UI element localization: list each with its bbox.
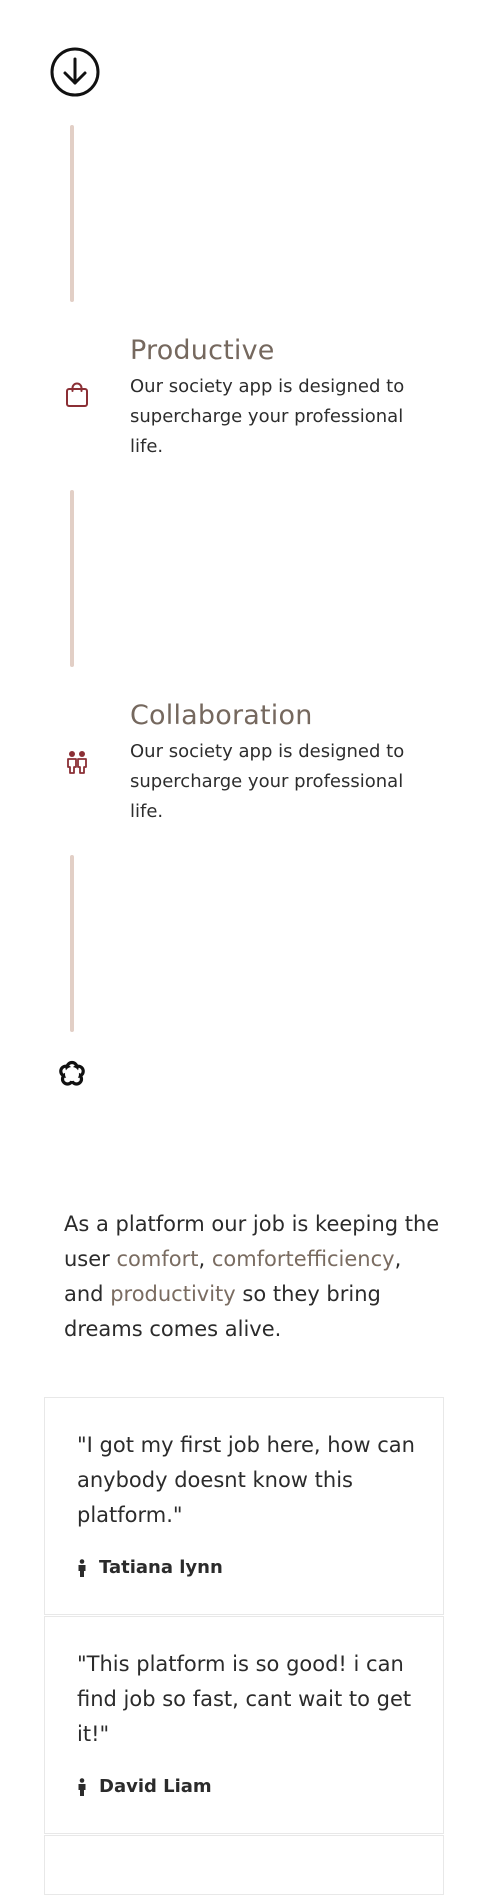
- timeline-line: [70, 855, 74, 1032]
- person-icon: [78, 1777, 86, 1796]
- feature-title-collaboration: Collaboration: [130, 700, 313, 731]
- highlight-efficiency: comfortefficiency: [211, 1247, 395, 1271]
- people-icon: [67, 751, 87, 774]
- flower-icon: [59, 1060, 85, 1086]
- arrow-down-circle-icon[interactable]: [49, 46, 101, 98]
- author-name: David Liam: [99, 1776, 212, 1797]
- testimonial-author: Tatiana lynn: [77, 1557, 223, 1578]
- feature-description: Our society app is designed to superchar…: [130, 741, 405, 822]
- timeline-line: [70, 490, 74, 667]
- mission-text: ,: [198, 1247, 212, 1271]
- timeline-line: [70, 125, 74, 302]
- testimonial-card: "This platform is so good! i can find jo…: [44, 1616, 444, 1834]
- testimonial-quote: "I got my first job here, how can anybod…: [77, 1433, 415, 1527]
- highlight-comfort: comfort: [116, 1247, 199, 1271]
- testimonial-card: "I got my first job here, how can anybod…: [44, 1397, 444, 1615]
- testimonial-quote: "This platform is so good! i can find jo…: [77, 1652, 412, 1746]
- feature-description: Our society app is designed to superchar…: [130, 376, 405, 457]
- mission-statement: As a platform our job is keeping the use…: [64, 1207, 444, 1347]
- feature-title-productive: Productive: [130, 335, 275, 366]
- highlight-productivity: productivity: [110, 1282, 236, 1306]
- author-name: Tatiana lynn: [99, 1557, 223, 1578]
- person-icon: [78, 1558, 86, 1577]
- shopping-bag-icon: [66, 382, 88, 407]
- testimonial-author: David Liam: [77, 1776, 212, 1797]
- testimonial-card: [44, 1835, 444, 1895]
